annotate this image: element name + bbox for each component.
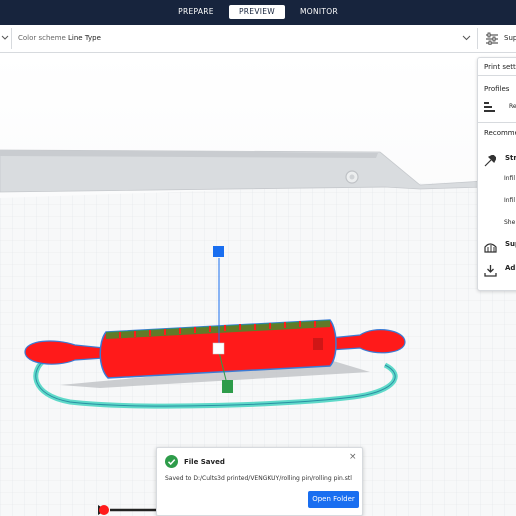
notification-title: File Saved [184,458,225,466]
check-circle-icon [165,455,178,468]
layer-slider-handle[interactable] [99,505,109,515]
sliders-icon [486,32,498,45]
adhesion-label: Adh [505,264,516,272]
close-icon[interactable]: × [349,452,357,462]
panel-title: Print setti [484,63,516,71]
chevron-down-icon [462,35,471,41]
print-settings-panel: Print setti Profiles Re Recomme Stre Inf… [477,57,516,291]
profile-selector[interactable]: Re [484,100,516,114]
divider [477,28,478,49]
tab-prepare[interactable]: PREPARE [170,5,222,19]
tab-monitor[interactable]: MONITOR [292,5,346,19]
support-label: Sup [505,240,516,248]
strength-setting[interactable]: Stre [484,152,516,167]
infill-pattern-label[interactable]: Infil [504,197,515,204]
color-scheme-label: Color scheme [18,34,66,42]
divider [11,28,12,49]
view-settings-bar: Color scheme Line Type Sup [0,25,516,53]
print-settings-label: Sup [504,34,516,42]
support-icon [484,243,497,253]
chevron-down-icon [1,35,9,40]
divider [478,122,516,123]
notification-message: Saved to D:/Cults3d printed/VENGKUY/roll… [165,475,352,482]
strength-label: Stre [505,154,516,162]
adhesion-setting[interactable]: Adh [484,262,516,277]
infill-density-label[interactable]: Infil [504,175,515,182]
collapse-left-panel-button[interactable] [0,25,11,52]
recommended-label: Recomme [484,129,516,137]
open-folder-button[interactable]: Open Folder [308,491,359,508]
support-setting[interactable]: Sup [484,238,516,253]
profiles-label: Profiles [484,85,510,93]
adhesion-icon [484,265,497,277]
z-axis-handle[interactable] [213,246,224,257]
print-settings-button[interactable]: Sup [479,25,516,52]
profile-bars-icon [484,102,495,112]
tab-preview[interactable]: PREVIEW [229,5,285,19]
color-scheme-value: Line Type [68,34,101,42]
top-navigation-bar: PREPARE PREVIEW MONITOR [0,0,516,25]
divider [478,75,516,76]
color-scheme-dropdown[interactable]: Color scheme Line Type [18,25,474,52]
y-axis-handle[interactable] [222,380,233,393]
hammer-icon [484,154,497,167]
file-saved-notification: File Saved × Saved to D:/Cults3d printed… [156,447,363,516]
center-handle[interactable] [212,342,225,355]
profile-value: Re [509,103,516,110]
shell-label[interactable]: She [504,219,515,226]
